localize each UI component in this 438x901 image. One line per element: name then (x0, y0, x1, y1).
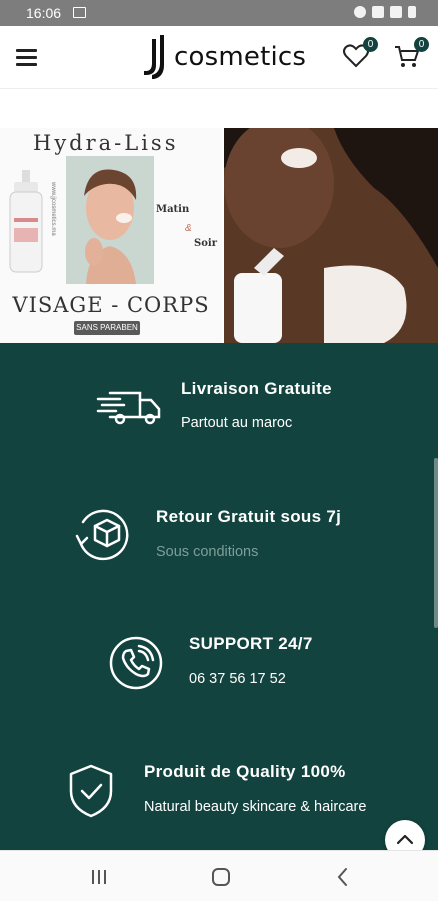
home-icon[interactable] (209, 865, 233, 889)
wishlist-button[interactable]: 0 (342, 37, 378, 72)
product-bottle-image (9, 170, 43, 273)
feature-subtitle: Natural beauty skincare & haircare (144, 799, 367, 815)
alarm-icon (354, 6, 366, 18)
menu-icon[interactable] (16, 49, 37, 66)
banner-title: Hydra-Liss (33, 131, 179, 155)
return-box-icon (75, 509, 129, 561)
cart-button[interactable]: 0 (393, 37, 429, 72)
feature-title: Livraison Gratuite (181, 379, 332, 398)
promo-banner[interactable]: Hydra-Liss www.jjcosmetics.ma Matin & So… (0, 128, 438, 343)
system-navigation-bar (0, 850, 438, 901)
site-header: cosmetics 0 0 (0, 26, 438, 89)
feature-subtitle: Partout au maroc (181, 415, 293, 431)
status-bar: 16:06 (0, 0, 438, 26)
wifi-icon (372, 6, 384, 18)
banner-product-panel: Hydra-Liss www.jjcosmetics.ma Matin & So… (0, 128, 222, 343)
banner-ampersand: & (185, 223, 192, 234)
banner-side-text: www.jjcosmetics.ma (50, 182, 56, 236)
logo-mark-icon (144, 35, 164, 79)
model-face-image (66, 156, 154, 284)
paraben-badge: SANS PARABEN (74, 321, 140, 335)
phone-icon (109, 636, 163, 690)
back-icon[interactable] (331, 865, 355, 889)
banner-matin-label: Matin (156, 204, 190, 215)
banner-soir-label: Soir (194, 238, 217, 249)
wishlist-count-badge: 0 (363, 37, 378, 52)
signal-icon (390, 6, 402, 18)
feature-subtitle: Sous conditions (156, 544, 259, 560)
recent-apps-icon[interactable] (87, 865, 111, 889)
cart-count-badge: 0 (414, 37, 429, 52)
feature-title: Produit de Quality 100% (144, 762, 346, 781)
battery-icon (408, 6, 416, 18)
shield-check-icon (69, 764, 113, 818)
status-time: 16:06 (26, 5, 62, 21)
banner-visage-corps: VISAGE - CORPS (12, 293, 210, 317)
features-section: Livraison Gratuite Partout au maroc Reto… (0, 343, 438, 850)
feature-phone-number[interactable]: 06 37 56 17 52 (189, 671, 286, 687)
banner-model-photo (224, 128, 438, 343)
site-logo[interactable]: cosmetics (140, 34, 306, 80)
feature-title: SUPPORT 24/7 (189, 634, 313, 653)
logo-text: cosmetics (174, 42, 307, 72)
page-scrollbar[interactable] (434, 458, 438, 628)
status-icons (354, 6, 416, 18)
feature-title: Retour Gratuit sous 7j (156, 507, 342, 526)
image-notification-icon (73, 7, 86, 18)
delivery-truck-icon (96, 391, 161, 425)
